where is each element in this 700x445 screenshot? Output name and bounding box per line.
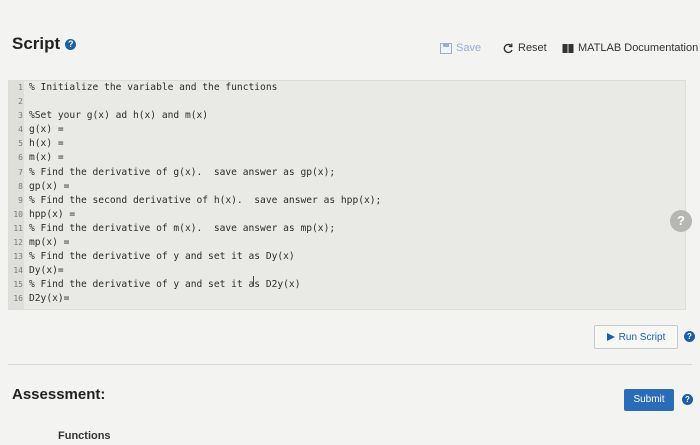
code-text: mp(x) = (29, 237, 70, 249)
code-line[interactable]: 14 Dy(x)= (9, 264, 685, 279)
run-script-label: Run Script (618, 331, 666, 343)
header: Script? Save Reset MATLAB Documentation (0, 0, 700, 70)
code-line[interactable]: 7 % Find the derivative of g(x). save ans… (9, 165, 685, 180)
code-text: % Find the derivative of m(x). save answ… (29, 222, 336, 234)
code-text: h(x) = (29, 138, 64, 150)
code-line[interactable]: 8 gp(x) = (9, 179, 685, 194)
text-cursor-icon (253, 276, 254, 286)
code-text: % Find the derivative of g(x). save answ… (29, 166, 336, 178)
code-text: gp(x) = (29, 180, 70, 192)
code-text: m(x) = (29, 152, 64, 164)
code-line[interactable]: 4 g(x) = (9, 123, 685, 138)
page-title: Script? (12, 34, 77, 54)
page-title-text: Script (12, 34, 61, 53)
code-text: Dy(x)= (29, 265, 64, 277)
code-line[interactable]: 5 h(x) = (9, 137, 685, 152)
run-help-icon[interactable]: ? (684, 331, 695, 342)
save-label: Save (456, 42, 482, 54)
code-line[interactable]: 1 % Initialize the variable and the funct… (9, 81, 685, 96)
code-line[interactable]: 12 mp(x) = (9, 236, 685, 251)
code-text: g(x) = (29, 124, 64, 136)
code-text: D2y(x)= (29, 293, 70, 305)
book-icon (562, 43, 574, 53)
code-editor[interactable]: 1 % Initialize the variable and the funct… (8, 80, 686, 310)
line-number: 9 (9, 193, 24, 208)
code-line[interactable]: 2 (9, 95, 685, 110)
code-line[interactable]: 10 hpp(x) = (9, 207, 685, 222)
reset-button[interactable]: Reset (502, 42, 547, 54)
line-number: 10 (9, 207, 24, 222)
line-number: 6 (9, 151, 24, 166)
code-line[interactable]: 3 %Set your g(x) ad h(x) and m(x) (9, 109, 685, 124)
play-icon (606, 333, 615, 341)
code-text: hpp(x) = (29, 208, 76, 220)
line-number: 16 (9, 292, 24, 307)
code-lines: 1 % Initialize the variable and the funct… (9, 81, 685, 307)
code-line[interactable]: 6 m(x) = (9, 151, 685, 166)
line-number: 2 (9, 95, 24, 110)
line-number: 5 (9, 137, 24, 152)
save-icon (440, 42, 452, 54)
line-number: 14 (9, 264, 24, 279)
assessment-title: Assessment: (12, 386, 106, 403)
run-script-button[interactable]: Run Script (594, 325, 678, 349)
reset-label: Reset (518, 42, 547, 54)
line-number: 11 (9, 221, 24, 237)
line-number: 13 (9, 250, 24, 265)
line-number: 15 (9, 278, 24, 293)
line-number: 3 (9, 109, 24, 124)
code-line[interactable]: 16 D2y(x)= (9, 292, 685, 307)
matlab-documentation-link[interactable]: MATLAB Documentation (562, 42, 698, 54)
code-line[interactable]: 11 % Find the derivative of m(x). save an… (9, 221, 685, 237)
code-text: % Find the second derivative of h(x). sa… (29, 194, 382, 206)
line-number: 12 (9, 236, 24, 251)
submit-button[interactable]: Submit (624, 389, 674, 411)
code-text: % Find the derivative of y and set it as… (29, 251, 295, 263)
help-bubble-icon[interactable]: ? (670, 210, 692, 232)
code-line[interactable]: 9 % Find the second derivative of h(x). s… (9, 193, 685, 208)
code-text: % Initialize the variable and the functi… (29, 82, 278, 93)
code-line[interactable]: 13 % Find the derivative of y and set it … (9, 250, 685, 265)
save-button[interactable]: Save (440, 42, 481, 54)
line-number: 8 (9, 179, 24, 194)
reset-icon (503, 43, 513, 53)
functions-label: Functions (58, 430, 111, 442)
code-text: % Find the derivative of y and set it as… (29, 279, 301, 291)
section-divider (8, 364, 692, 365)
doc-label: MATLAB Documentation (578, 42, 699, 54)
line-number: 1 (9, 81, 24, 96)
help-icon[interactable]: ? (65, 39, 77, 50)
line-number: 7 (9, 165, 24, 180)
submit-help-icon[interactable]: ? (682, 394, 693, 405)
line-number: 4 (9, 123, 24, 138)
code-text: %Set your g(x) ad h(x) and m(x) (29, 110, 209, 122)
code-line[interactable]: 15 % Find the derivative of y and set it … (9, 278, 685, 293)
